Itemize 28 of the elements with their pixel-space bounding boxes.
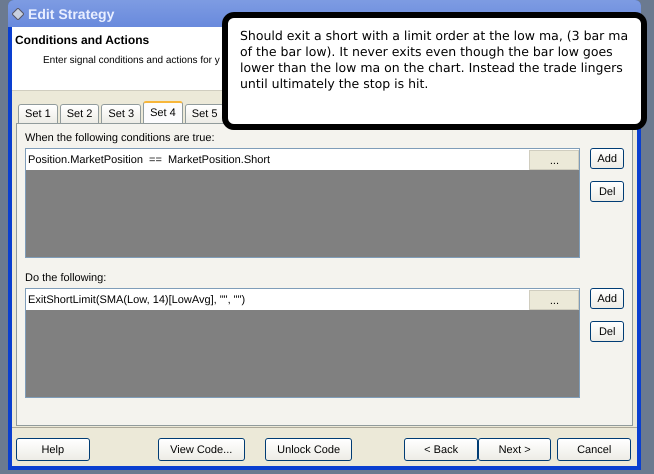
page-subtitle: Enter signal conditions and actions for y: [43, 55, 220, 66]
browse-button[interactable]: ...: [529, 150, 580, 170]
footer-button[interactable]: View Code...: [158, 438, 245, 461]
list-row[interactable]: Position.MarketPosition == MarketPosition.Short: [26, 154, 530, 166]
list-button[interactable]: Del: [590, 181, 624, 202]
tab[interactable]: Set 3: [101, 104, 142, 123]
footer-button[interactable]: Next >: [478, 438, 552, 461]
section-label: Do the following:: [25, 272, 108, 284]
list-row[interactable]: ExitShortLimit(SMA(Low, 14)[LowAvg], "", ""): [26, 294, 530, 306]
list-button[interactable]: Add: [590, 288, 624, 309]
browse-button[interactable]: ...: [529, 290, 580, 310]
footer-button[interactable]: < Back: [404, 438, 478, 461]
app-icon: [12, 8, 24, 20]
list-button[interactable]: Del: [590, 321, 624, 342]
footer-button[interactable]: Unlock Code: [264, 438, 352, 461]
list-box[interactable]: Position.MarketPosition == MarketPosition.Short ...: [25, 148, 580, 258]
tab[interactable]: Set 2: [60, 104, 100, 123]
tab[interactable]: Set 4: [143, 101, 183, 123]
page-title: Conditions and Actions: [15, 33, 150, 47]
tab[interactable]: Set 1: [18, 104, 58, 123]
callout-note: Should exit a short with a limit order at the low ma, (3 bar ma of the bar low). It never exits even though the bar low goes lower than the low ma on the chart. Instead the trade lingers until ultimately the stop is hit.: [222, 12, 647, 130]
section-label: When the following conditions are true:: [25, 132, 216, 144]
footer-button[interactable]: Cancel: [557, 438, 631, 461]
window-title: Edit Strategy: [28, 6, 114, 22]
list-button[interactable]: Add: [590, 148, 624, 169]
footer-button[interactable]: Help: [16, 438, 90, 461]
tab[interactable]: Set 5: [184, 104, 224, 123]
list-box[interactable]: ExitShortLimit(SMA(Low, 14)[LowAvg], "", "") ...: [25, 288, 580, 398]
